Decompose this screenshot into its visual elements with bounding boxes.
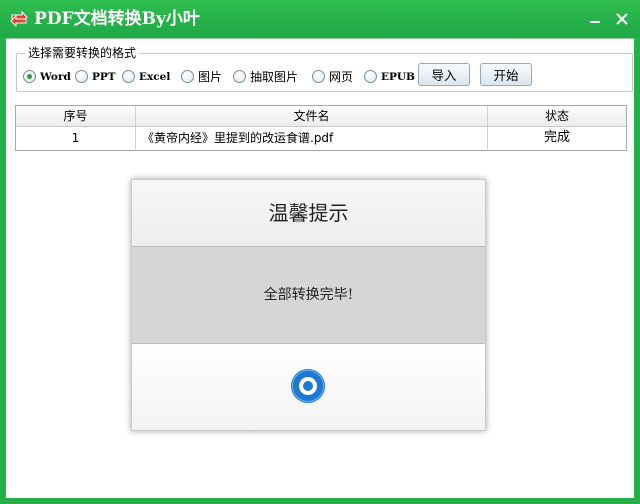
main-panel: 选择需要转换的格式 Word PPT Excel 图片 抽取图片 网页 EPUB [6,38,634,498]
cell-status: 完成 [543,130,570,145]
column-header-index[interactable]: 序号 [16,106,136,126]
column-header-status[interactable]: 状态 [488,106,626,126]
window-title: PDF文档转换By小叶 [34,9,200,29]
start-button[interactable]: 开始 [480,63,532,86]
import-button[interactable]: 导入 [418,63,470,86]
dialog-header: 温馨提示 [132,180,485,246]
radio-label: 图片 [198,70,223,84]
dialog-message: 全部转换完毕! [263,287,354,303]
radio-circle [75,70,88,83]
radio-label: Word [40,71,71,83]
completion-dialog: 温馨提示 全部转换完毕! [131,179,486,431]
format-group-legend: 选择需要转换的格式 [25,45,140,61]
title-bar[interactable]: PDF文档转换By小叶 [0,0,640,38]
radio-label: EPUB [381,71,415,83]
close-button[interactable] [611,8,633,30]
radio-circle [312,70,325,83]
dialog-body: 全部转换完毕! [132,246,485,344]
table-row[interactable]: 1 《黄帝内经》里提到的改运食谱.pdf 完成 [16,127,626,149]
radio-label: 抽取图片 [250,70,299,84]
radio-label: 网页 [329,70,354,84]
close-icon [616,13,628,25]
radio-circle [364,70,377,83]
dialog-ok-button[interactable] [290,368,326,404]
minimize-button[interactable] [584,8,606,30]
cell-filename: 《黄帝内经》里提到的改运食谱.pdf [136,127,488,149]
radio-label: PPT [92,71,116,83]
convert-arrows-icon [10,10,28,28]
radio-circle [23,70,36,83]
radio-circle [181,70,194,83]
minimize-icon [590,21,600,23]
ring-button-icon [291,369,325,403]
cell-index: 1 [16,127,136,149]
file-table: 序号 文件名 状态 1 《黄帝内经》里提到的改运食谱.pdf 完成 [15,105,627,151]
table-header: 序号 文件名 状态 [16,106,626,127]
radio-label: Excel [139,71,171,83]
dialog-title: 温馨提示 [268,201,349,225]
radio-circle [233,70,246,83]
radio-circle [122,70,135,83]
dialog-footer [132,344,485,430]
format-group: 选择需要转换的格式 Word PPT Excel 图片 抽取图片 网页 EPUB [16,45,633,92]
column-header-filename[interactable]: 文件名 [136,106,488,126]
